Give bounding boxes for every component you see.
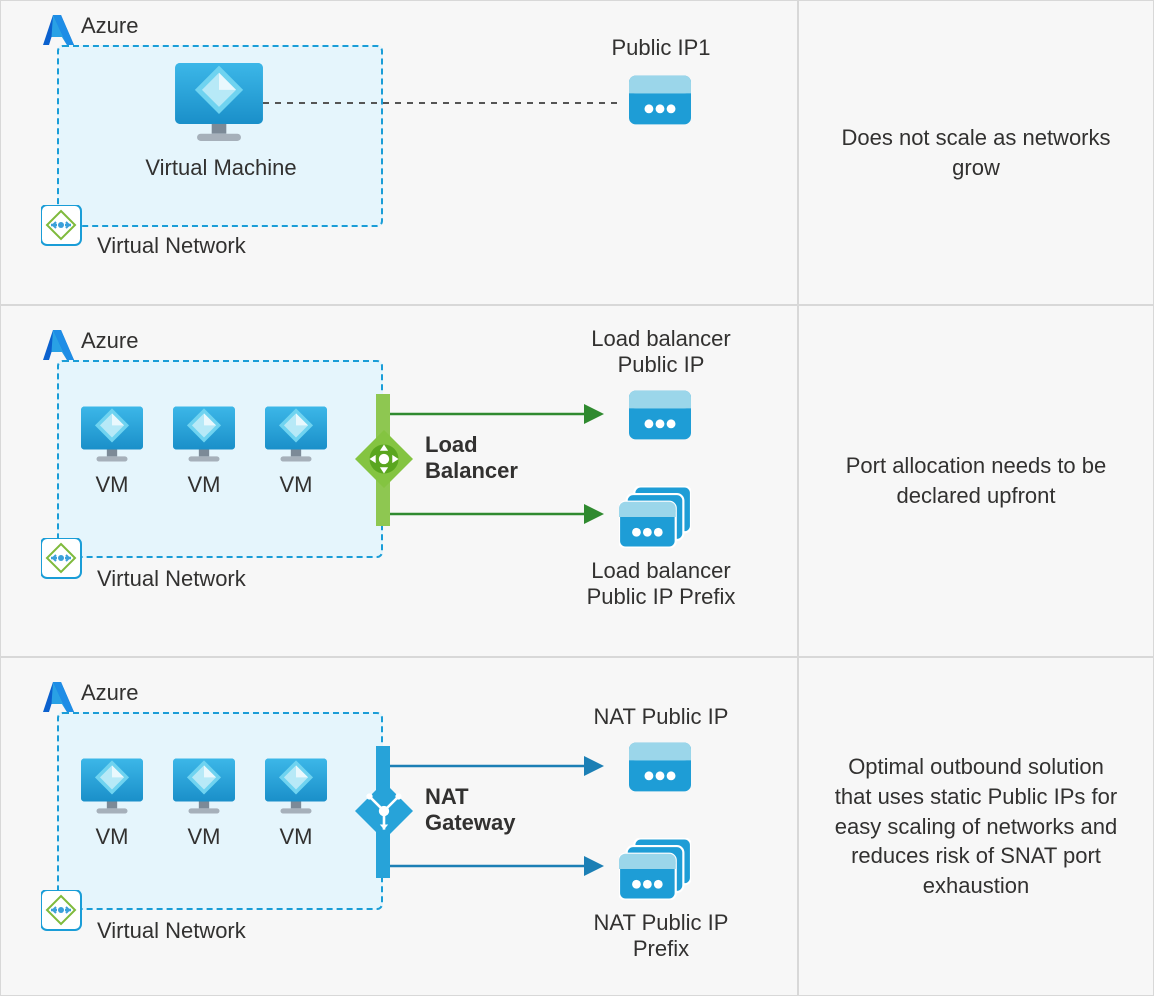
- row2-desc-text: Port allocation needs to be declared upf…: [827, 451, 1125, 510]
- vm-label: Virtual Machine: [121, 155, 321, 181]
- row2-desc: Port allocation needs to be declared upf…: [798, 305, 1154, 657]
- row3-desc: Optimal outbound solution that uses stat…: [798, 657, 1154, 996]
- public-ip-icon: [629, 75, 691, 125]
- diagram-grid: Azure Virtual Machine Virtual Network Pu…: [0, 0, 1154, 996]
- row1-desc-text: Does not scale as networks grow: [827, 123, 1125, 182]
- dashed-connector: [263, 93, 643, 113]
- lb-pip-label: Load balancerPublic IP: [541, 326, 781, 378]
- vm-icon: [81, 758, 143, 814]
- nat-pip-label: NAT Public IP: [541, 704, 781, 730]
- azure-logo-icon: [39, 680, 77, 716]
- vnet-icon: [41, 538, 83, 580]
- vm-label: VM: [81, 824, 143, 850]
- vm-icon: [81, 406, 143, 462]
- azure-label: Azure: [81, 13, 138, 39]
- vm-icon: [173, 758, 235, 814]
- vm-label: VM: [173, 824, 235, 850]
- row3-desc-text: Optimal outbound solution that uses stat…: [827, 752, 1125, 900]
- row3-diagram: Azure VM VM VM Virtual Network NATGatewa…: [0, 657, 798, 996]
- azure-logo-icon: [39, 328, 77, 364]
- lb-arrows: [390, 396, 620, 526]
- row1-desc: Does not scale as networks grow: [798, 0, 1154, 305]
- nat-pip-prefix-label: NAT Public IPPrefix: [541, 910, 781, 962]
- row2-diagram: Azure VM VM VM Virtual Network LoadBalan…: [0, 305, 798, 657]
- azure-label: Azure: [81, 680, 138, 706]
- azure-logo-icon: [39, 13, 77, 49]
- vm-label: VM: [265, 472, 327, 498]
- vnet-icon: [41, 890, 83, 932]
- vm-icon: [265, 406, 327, 462]
- vnet-label: Virtual Network: [97, 566, 246, 592]
- vm-label: VM: [173, 472, 235, 498]
- vnet-icon: [41, 205, 83, 247]
- vm-label: VM: [81, 472, 143, 498]
- vm-icon: [265, 758, 327, 814]
- azure-label: Azure: [81, 328, 138, 354]
- public-ip-icon: [629, 390, 691, 440]
- row1-diagram: Azure Virtual Machine Virtual Network Pu…: [0, 0, 798, 305]
- public-ip-stack-icon: [619, 486, 691, 548]
- public-ip-icon: [629, 742, 691, 792]
- public-ip1-label: Public IP1: [561, 35, 761, 61]
- vnet-label: Virtual Network: [97, 233, 246, 259]
- vm-label: VM: [265, 824, 327, 850]
- public-ip-stack-icon: [619, 838, 691, 900]
- vm-icon: [173, 406, 235, 462]
- vm-icon: [175, 63, 263, 141]
- nat-arrows: [390, 748, 620, 878]
- lb-pip-prefix-label: Load balancerPublic IP Prefix: [541, 558, 781, 610]
- vnet-label: Virtual Network: [97, 918, 246, 944]
